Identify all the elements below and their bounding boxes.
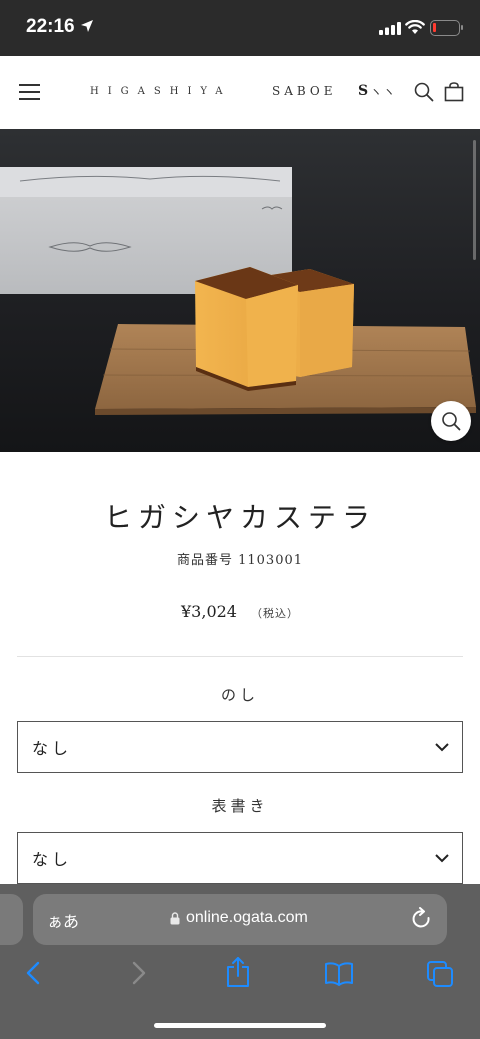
- product-number: 商品番号 1103001: [176, 553, 304, 568]
- omotegaki-select-value: なし: [32, 850, 73, 869]
- site-header: HIGASHIYA SABOE S ヽヽ: [0, 56, 480, 129]
- divider: [17, 656, 463, 657]
- wifi-icon: [405, 20, 425, 34]
- share-icon[interactable]: [225, 956, 251, 988]
- scroll-indicator[interactable]: [473, 140, 476, 260]
- battery-level-fill: [433, 23, 436, 32]
- hamburger-icon[interactable]: [19, 84, 40, 100]
- zoom-icon: [442, 412, 461, 431]
- product-price: ¥3,024: [181, 602, 237, 621]
- status-bar: 22:16: [0, 0, 480, 56]
- forward-icon[interactable]: [128, 961, 148, 985]
- home-indicator: [154, 1023, 326, 1028]
- location-arrow-icon: [81, 20, 93, 32]
- brand-link-saboe[interactable]: SABOE: [272, 84, 337, 98]
- search-icon[interactable]: [414, 82, 434, 102]
- tabs-icon[interactable]: [426, 960, 454, 988]
- chevron-down-icon: [435, 743, 449, 752]
- chevron-down-icon: [435, 854, 449, 863]
- noshi-label: のし: [220, 686, 259, 704]
- tax-note: （税込）: [250, 607, 299, 620]
- zoom-button[interactable]: [431, 401, 471, 441]
- castella-photo: [0, 129, 480, 452]
- omotegaki-select[interactable]: なし: [17, 832, 463, 884]
- brand-link-higashiya[interactable]: HIGASHIYA: [90, 86, 231, 97]
- shopping-bag-icon[interactable]: [444, 82, 464, 102]
- brand-link-s[interactable]: S: [358, 83, 368, 99]
- product-image[interactable]: [0, 129, 480, 452]
- price-row: ¥3,024 （税込）: [0, 602, 480, 621]
- address-bar[interactable]: ぁあ online.ogata.com: [33, 894, 447, 945]
- product-title: ヒガシヤカステラ: [103, 501, 376, 534]
- reload-icon[interactable]: [411, 907, 433, 931]
- noshi-select-value: なし: [32, 739, 73, 758]
- previous-tab-preview[interactable]: [0, 894, 23, 945]
- cellular-signal-icon: [379, 22, 401, 35]
- battery-icon: [430, 20, 463, 36]
- brand-s-marks: ヽヽ: [370, 85, 397, 99]
- page-settings-button[interactable]: ぁあ: [47, 908, 79, 932]
- bookmarks-icon[interactable]: [324, 962, 354, 986]
- noshi-select[interactable]: なし: [17, 721, 463, 773]
- status-time: 22:16: [26, 16, 75, 37]
- browser-toolbar: ぁあ online.ogata.com: [0, 884, 480, 1039]
- lock-icon: [170, 912, 180, 925]
- url-text[interactable]: online.ogata.com: [186, 909, 308, 927]
- back-icon[interactable]: [24, 961, 44, 985]
- omotegaki-label: 表書き: [211, 797, 269, 815]
